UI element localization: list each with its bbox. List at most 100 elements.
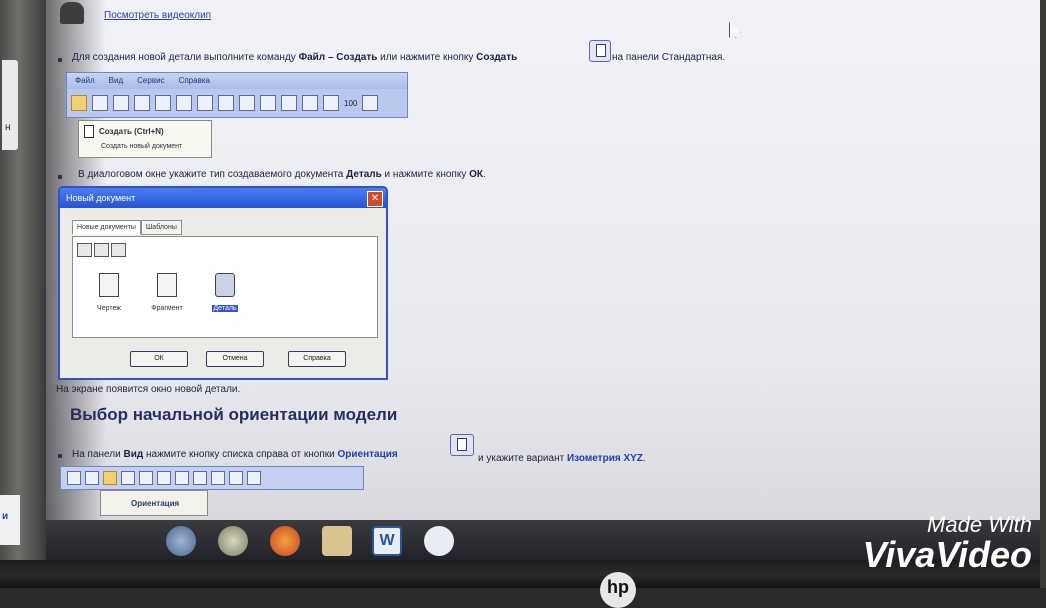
step1-prefix: Для создания новой детали выполните кома… [72,52,299,63]
help-button[interactable]: Справка [288,351,346,367]
perspective-icon[interactable] [193,471,207,485]
menu-file[interactable]: Файл [75,73,95,89]
cut-icon[interactable] [176,95,192,111]
print-preview-icon[interactable] [134,95,150,111]
cancel-button[interactable]: Отмена [206,351,264,367]
orientation-button-icon[interactable] [103,471,117,485]
redo-icon[interactable] [302,95,318,111]
video-link[interactable]: Посмотреть видеоклип [104,10,211,21]
dialog-title: Новый документ [60,188,386,208]
help-pointer-icon[interactable] [362,95,379,111]
undo-icon[interactable] [281,95,297,111]
step3-end: . [642,453,646,464]
edge-letter-bottom: и [2,511,9,522]
firefox-icon[interactable] [270,526,300,556]
new-document-icon[interactable] [71,95,87,111]
save-icon[interactable] [113,95,129,111]
standard-toolbar-buttons: 100 [71,92,379,114]
vivavideo-watermark: Made With VivaVideo [822,512,1032,575]
step3-panel: Вид [123,449,144,460]
view-mode-buttons [77,243,126,257]
large-icons-view-icon[interactable] [77,243,92,257]
step-orientation: На панели Вид нажмите кнопку списка спра… [72,449,398,460]
drawing-icon [99,273,119,297]
doc-type-label: Деталь [212,305,238,312]
bullet [58,58,62,62]
document-icon [84,125,94,138]
app-menubar: Файл Вид Сервис Справка [67,73,407,89]
ok-button[interactable]: ОК [130,351,188,367]
tab-templates[interactable]: Шаблоны [140,220,182,235]
format-icon[interactable] [239,95,255,111]
adjacent-window-edge-bottom: и [0,495,20,545]
browser-screen: Посмотреть видеоклип Для создания новой … [46,0,1040,520]
step2-prefix: В диалоговом окне укажите тип создаваемо… [78,169,347,180]
step1-button-name: Создать [476,52,518,63]
shaded-edges-icon[interactable] [175,471,189,485]
doc-type-drawing[interactable]: Чертеж [79,273,139,315]
orientation-icon [450,434,474,456]
filter-icon[interactable] [229,471,243,485]
standard-toolbar-image: Файл Вид Сервис Справка 100 [66,72,408,118]
details-view-icon[interactable] [111,243,126,257]
create-document-icon [589,40,611,62]
step3-middle2: и укажите вариант [478,453,567,464]
tab-new-documents[interactable]: Новые документы [72,220,141,235]
step2-ok: ОК [469,169,483,180]
fragment-icon [157,273,177,297]
copy-icon[interactable] [197,95,213,111]
doc-type-fragment[interactable]: Фрагмент [137,273,197,315]
close-icon[interactable]: ✕ [367,191,383,207]
section-heading: Выбор начальной ориентации модели [70,405,398,424]
menu-help[interactable]: Справка [179,73,210,89]
bullet [58,454,62,458]
zoom-label[interactable]: 100 [344,99,357,108]
shield-icon[interactable] [218,526,248,556]
step3-button-name: Ориентация [337,449,398,460]
doc-type-part[interactable]: Деталь [195,273,255,315]
print-icon[interactable] [155,95,171,111]
hp-logo-icon: hp [600,572,636,608]
part-icon [215,273,235,297]
orientation-tooltip: Ориентация [100,490,208,516]
film-icon [60,2,84,24]
list-view-icon[interactable] [94,243,109,257]
paste-icon[interactable] [218,95,234,111]
open-icon[interactable] [92,95,108,111]
dialog-tabs: Новые документы Шаблоны [72,220,182,235]
step3-variant: Изометрия XYZ [566,453,643,464]
folder-icon[interactable] [322,526,352,556]
document-type-panel: Чертеж Фрагмент Деталь [72,236,378,338]
tooltip-title: Создать (Ctrl+N) [99,127,164,136]
edge-letter-top: н [5,122,11,133]
step3-prefix: На панели [72,449,124,460]
step1-middle: или нажмите кнопку [377,52,477,63]
layout-icon[interactable] [247,471,261,485]
step1-command: Файл – Создать [298,52,378,63]
result-line: На экране появится окно новой детали. [56,384,241,395]
shaded-icon[interactable] [157,471,171,485]
kompas-icon[interactable] [424,526,454,556]
wireframe-icon[interactable] [121,471,135,485]
doc-type-label: Чертеж [97,305,121,312]
menu-service[interactable]: Сервис [137,73,164,89]
zoom-icon[interactable] [67,471,81,485]
step3-rest: и укажите вариант Изометрия XYZ. [478,453,646,464]
properties-icon[interactable] [260,95,276,111]
watermark-line2: VivaVideo [862,534,1032,575]
step-choose-type: В диалоговом окне укажите тип создаваемо… [78,169,486,180]
step3-middle: нажмите кнопку списка справа от кнопки [143,449,338,460]
step-create-part: Для создания новой детали выполните кома… [72,52,517,63]
step2-doc-type: Деталь [346,169,382,180]
create-tooltip: Создать (Ctrl+N) Создать новый документ [78,120,212,158]
menu-view[interactable]: Вид [109,73,123,89]
rotate-icon[interactable] [85,471,99,485]
tooltip-description: Создать новый документ [101,143,183,150]
bullet [58,175,62,179]
section-icon[interactable] [211,471,225,485]
word-icon[interactable]: W [372,526,402,556]
browser-icon[interactable] [166,526,196,556]
hidden-lines-icon[interactable] [139,471,153,485]
step2-end: . [483,169,486,180]
library-icon[interactable] [323,95,339,111]
